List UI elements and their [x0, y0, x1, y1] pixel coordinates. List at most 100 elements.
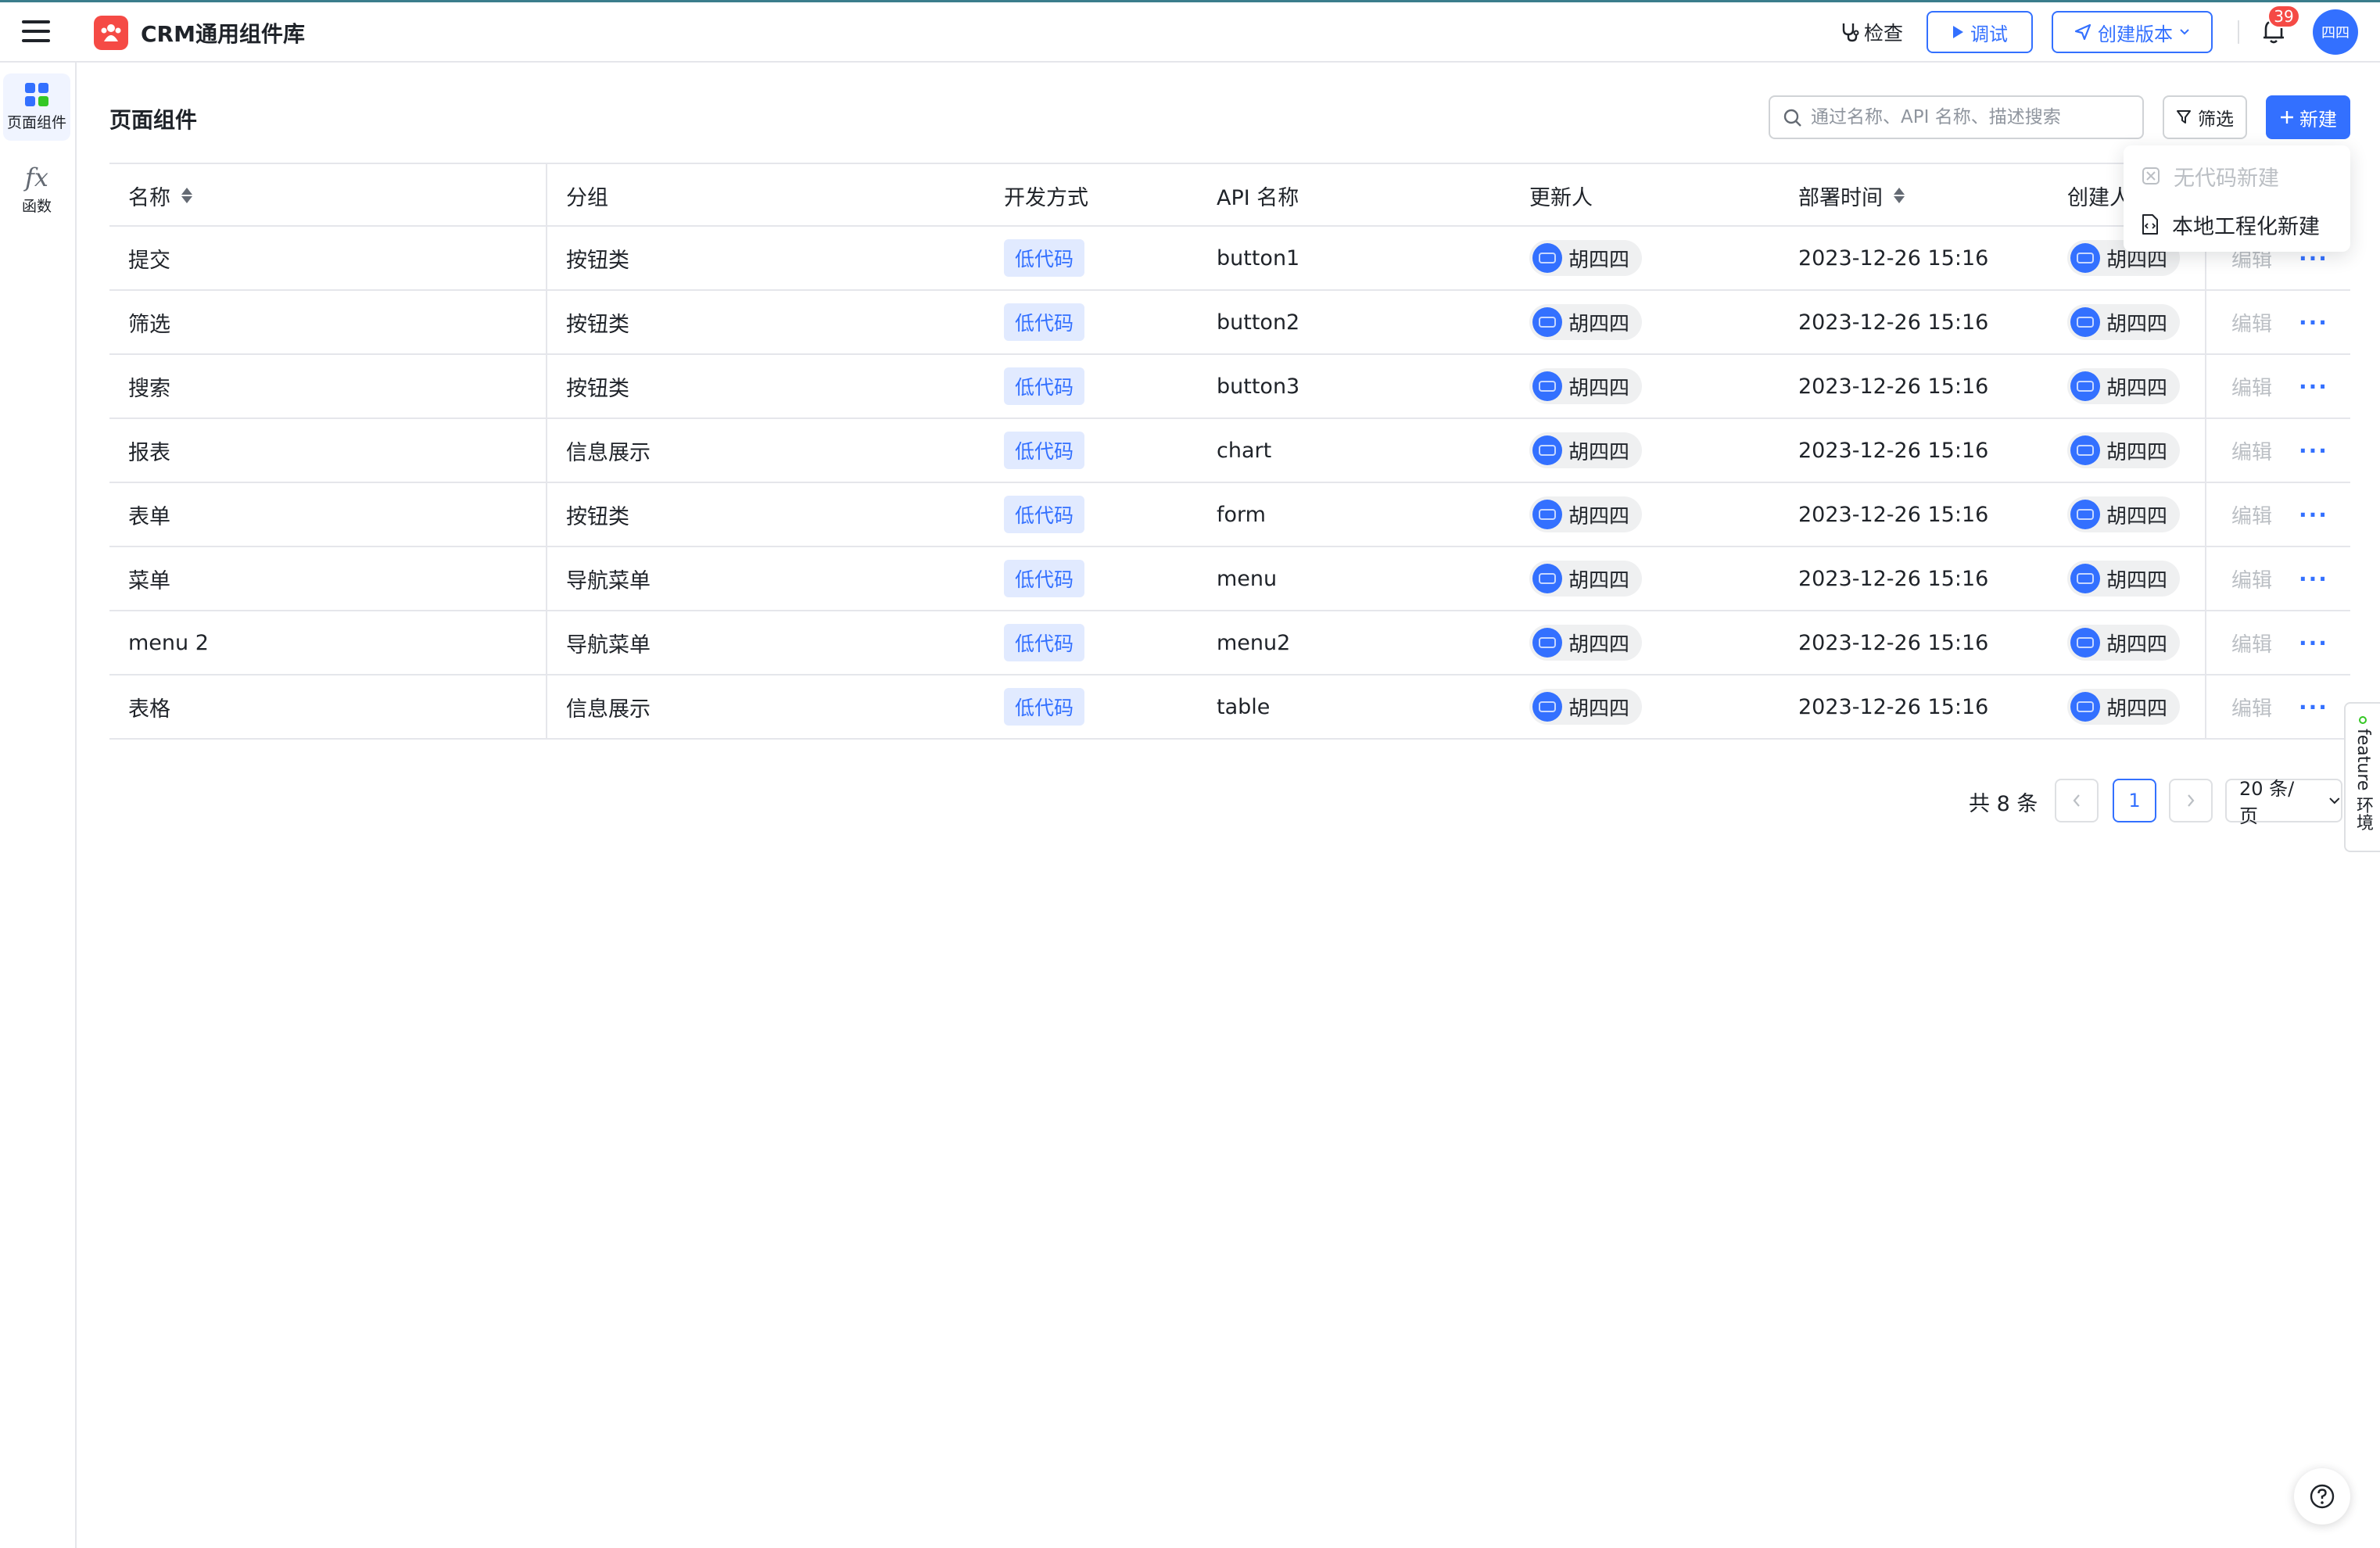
code-file-icon: [2142, 214, 2158, 235]
cell-creator: 胡四四: [2067, 291, 2181, 353]
search-input[interactable]: [1811, 107, 2124, 127]
prev-page-button[interactable]: [2055, 779, 2099, 822]
table-row[interactable]: menu 2 导航菜单 低代码 menu2 胡四四 2023-12-26 15:…: [109, 611, 2350, 675]
menu-item-label: 无代码新建: [2174, 166, 2279, 191]
column-divider: [546, 419, 547, 482]
table-row[interactable]: 菜单 导航菜单 低代码 menu 胡四四 2023-12-26 15:16 胡四…: [109, 547, 2350, 611]
menu-item-local-project-new[interactable]: 本地工程化新建: [2124, 200, 2350, 249]
rail-item-page-components[interactable]: 页面组件: [3, 73, 70, 141]
user-chip[interactable]: 胡四四: [1529, 432, 1643, 468]
more-actions-icon[interactable]: ···: [2299, 611, 2328, 674]
cell-api-name: menu2: [1217, 630, 1291, 655]
edit-button[interactable]: 编辑: [2231, 419, 2272, 482]
column-divider: [2205, 483, 2206, 546]
app-title: CRM通用组件库: [141, 21, 305, 47]
more-actions-icon[interactable]: ···: [2299, 547, 2328, 610]
help-button[interactable]: [2294, 1468, 2350, 1525]
user-chip[interactable]: 胡四四: [2067, 496, 2181, 532]
user-chip[interactable]: 胡四四: [2067, 625, 2181, 661]
feature-env-label: feature 环境: [2353, 729, 2373, 831]
user-chip[interactable]: 胡四四: [1529, 496, 1643, 532]
cell-name: 报表: [128, 440, 170, 465]
search-box[interactable]: [1769, 95, 2144, 139]
table-row[interactable]: 表格 信息展示 低代码 table 胡四四 2023-12-26 15:16 胡…: [109, 675, 2350, 740]
check-button[interactable]: 检查: [1841, 16, 1903, 48]
user-chip[interactable]: 胡四四: [1529, 240, 1643, 276]
cell-dev-mode: 低代码: [1004, 611, 1085, 674]
user-chip[interactable]: 胡四四: [1529, 625, 1643, 661]
more-actions-icon[interactable]: ···: [2299, 675, 2328, 738]
cell-api-name: chart: [1217, 438, 1272, 463]
cell-updater: 胡四四: [1529, 355, 1643, 417]
column-header-name[interactable]: 名称: [128, 164, 192, 227]
table-row[interactable]: 搜索 按钮类 低代码 button3 胡四四 2023-12-26 15:16 …: [109, 355, 2350, 419]
rail-item-functions[interactable]: fx 函数: [3, 156, 70, 224]
sort-icon[interactable]: [1894, 188, 1905, 203]
page-number-button[interactable]: 1: [2113, 779, 2156, 822]
user-chip[interactable]: 胡四四: [2067, 368, 2181, 404]
user-avatar-icon: [1532, 692, 1562, 722]
filter-button[interactable]: 筛选: [2163, 95, 2247, 139]
user-avatar-icon: [2070, 307, 2100, 337]
new-dropdown-menu: 无代码新建 本地工程化新建: [2124, 145, 2350, 252]
play-icon: [1953, 26, 1963, 38]
table-row[interactable]: 筛选 按钮类 低代码 button2 胡四四 2023-12-26 15:16 …: [109, 291, 2350, 355]
cell-dev-mode: 低代码: [1004, 355, 1085, 417]
column-divider: [546, 227, 547, 289]
menu-item-nocode-new[interactable]: 无代码新建: [2124, 152, 2350, 200]
edit-button[interactable]: 编辑: [2231, 547, 2272, 610]
more-actions-icon[interactable]: ···: [2299, 355, 2328, 417]
header-divider: [2238, 20, 2239, 44]
user-avatar[interactable]: 四四: [2313, 9, 2358, 55]
cell-api-name: button2: [1217, 310, 1300, 335]
user-chip[interactable]: 胡四四: [2067, 689, 2181, 725]
user-chip[interactable]: 胡四四: [1529, 689, 1643, 725]
cell-group: 信息展示: [566, 697, 651, 722]
user-avatar-icon: [1532, 435, 1562, 465]
table-row[interactable]: 提交 按钮类 低代码 button1 胡四四 2023-12-26 15:16 …: [109, 227, 2350, 291]
dev-mode-tag: 低代码: [1004, 367, 1085, 405]
cell-dev-mode: 低代码: [1004, 483, 1085, 546]
user-chip[interactable]: 胡四四: [1529, 561, 1643, 597]
menu-icon[interactable]: [22, 19, 53, 44]
table-header: 名称 分组 开发方式 API 名称 更新人 部署时间 创建人: [109, 163, 2350, 227]
create-release-button[interactable]: 创建版本: [2052, 11, 2213, 53]
feature-env-tab[interactable]: feature 环境: [2344, 702, 2380, 852]
cell-deploy-time: 2023-12-26 15:16: [1798, 310, 1989, 335]
new-button[interactable]: 新建: [2266, 95, 2350, 139]
filter-icon: [2177, 110, 2191, 124]
cell-deploy-time: 2023-12-26 15:16: [1798, 502, 1989, 527]
column-divider: [546, 355, 547, 417]
user-chip[interactable]: 胡四四: [2067, 304, 2181, 340]
more-actions-icon[interactable]: ···: [2299, 483, 2328, 546]
debug-button[interactable]: 调试: [1927, 11, 2033, 53]
table-row[interactable]: 表单 按钮类 低代码 form 胡四四 2023-12-26 15:16 胡四四…: [109, 483, 2350, 547]
more-actions-icon[interactable]: ···: [2299, 419, 2328, 482]
cell-updater: 胡四四: [1529, 675, 1643, 738]
column-divider: [2205, 291, 2206, 353]
edit-button[interactable]: 编辑: [2231, 675, 2272, 738]
cell-api-name: table: [1217, 694, 1271, 719]
page-size-select[interactable]: 20 条/页: [2225, 778, 2342, 827]
cell-updater: 胡四四: [1529, 547, 1643, 610]
more-actions-icon[interactable]: ···: [2299, 291, 2328, 353]
table-row[interactable]: 报表 信息展示 低代码 chart 胡四四 2023-12-26 15:16 胡…: [109, 419, 2350, 483]
user-chip[interactable]: 胡四四: [2067, 432, 2181, 468]
cell-name: 菜单: [128, 568, 170, 593]
cell-dev-mode: 低代码: [1004, 675, 1085, 738]
user-chip[interactable]: 胡四四: [2067, 561, 2181, 597]
column-header-deploy-time[interactable]: 部署时间: [1798, 164, 1905, 227]
edit-button[interactable]: 编辑: [2231, 483, 2272, 546]
edit-button[interactable]: 编辑: [2231, 291, 2272, 353]
cell-name: menu 2: [128, 630, 209, 655]
dev-mode-tag: 低代码: [1004, 688, 1085, 726]
rail-label: 页面组件: [6, 113, 66, 131]
edit-button[interactable]: 编辑: [2231, 611, 2272, 674]
user-chip[interactable]: 胡四四: [1529, 368, 1643, 404]
rail-label: 函数: [21, 197, 52, 215]
user-chip[interactable]: 胡四四: [1529, 304, 1643, 340]
next-page-button[interactable]: [2169, 779, 2213, 822]
edit-button[interactable]: 编辑: [2231, 355, 2272, 417]
sort-icon[interactable]: [181, 188, 192, 203]
cell-group: 导航菜单: [566, 568, 651, 593]
